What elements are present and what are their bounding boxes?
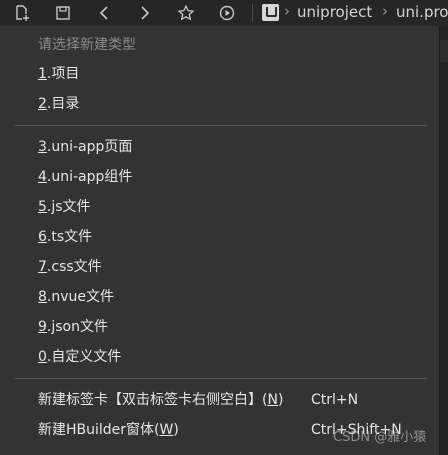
toolbar-divider [252,4,253,22]
new-file-icon[interactable] [13,4,31,22]
menu-item-label: .css文件 [46,259,102,275]
favorite-star-icon[interactable] [177,4,195,22]
menu-item-label: 新建标签卡【双击标签卡右侧空白】( [38,392,268,408]
menu-item-uniapp-page[interactable]: 3.uni-app页面 [38,135,132,159]
new-file-type-menu: 请选择新建类型 1.项目 2.目录 3.uni-app页面 4.uni-app组… [0,26,440,455]
forward-icon[interactable] [136,4,154,22]
watermark: CSDN @雅小猿 [333,430,427,445]
menu-item-directory[interactable]: 2.目录 [38,92,79,116]
chevron-right-icon: › [382,2,388,20]
menu-item-key: 3 [38,139,47,155]
menu-item-new-tab[interactable]: 新建标签卡【双击标签卡右侧空白】(N) [38,388,283,412]
menu-item-label: .nvue文件 [46,289,115,305]
menu-item-label: .自定义文件 [46,349,122,365]
shortcut-new-tab: Ctrl+N [311,392,359,408]
menu-separator [15,125,427,126]
menu-item-nvue-file[interactable]: 8.nvue文件 [38,285,114,309]
menu-item-key: N [267,392,278,408]
menu-item-key: 6 [38,229,47,245]
menu-item-key: W [159,422,174,438]
menu-item-key: 8 [38,289,47,305]
menu-item-json-file[interactable]: 9.json文件 [38,315,108,339]
editor-background [440,26,448,455]
menu-item-label: .js文件 [46,199,91,215]
menu-item-project[interactable]: 1.项目 [38,62,79,86]
menu-item-key: 2 [38,96,47,112]
menu-item-label-end: ) [173,422,179,438]
breadcrumb-project[interactable]: uniproject [297,3,372,21]
menu-item-css-file[interactable]: 7.css文件 [38,255,102,279]
menu-item-custom-file[interactable]: 0.自定义文件 [38,345,121,369]
chevron-right-icon: › [284,2,290,20]
run-icon[interactable] [218,4,236,22]
menu-item-key: 5 [38,199,47,215]
menu-item-label-end: ) [277,392,284,408]
menu-item-label: .项目 [46,66,80,82]
menu-item-label: 新建HBuilder窗体( [38,422,160,438]
toolbar: › uniproject › uni.pro [0,0,448,26]
menu-item-label: .uni-app页面 [46,139,133,155]
menu-item-uniapp-component[interactable]: 4.uni-app组件 [38,165,132,189]
editor-tab-edge [440,40,448,62]
menu-hint: 请选择新建类型 [38,37,136,53]
menu-item-label: .ts文件 [46,229,93,245]
save-icon[interactable] [54,4,72,22]
menu-item-key: 9 [38,319,47,335]
menu-item-key: 0 [38,349,47,365]
menu-separator [15,378,427,379]
menu-item-js-file[interactable]: 5.js文件 [38,195,91,219]
menu-item-label: .json文件 [46,319,108,335]
menu-item-key: 7 [38,259,47,275]
menu-item-key: 1 [38,66,47,82]
menu-item-new-window[interactable]: 新建HBuilder窗体(W) [38,418,179,442]
menu-item-key: 4 [38,169,47,185]
uniapp-project-icon [262,4,279,21]
menu-item-ts-file[interactable]: 6.ts文件 [38,225,92,249]
back-icon[interactable] [95,4,113,22]
menu-item-label: .uni-app组件 [46,169,133,185]
breadcrumb-file[interactable]: uni.pro [396,3,448,21]
menu-item-label: .目录 [46,96,80,112]
